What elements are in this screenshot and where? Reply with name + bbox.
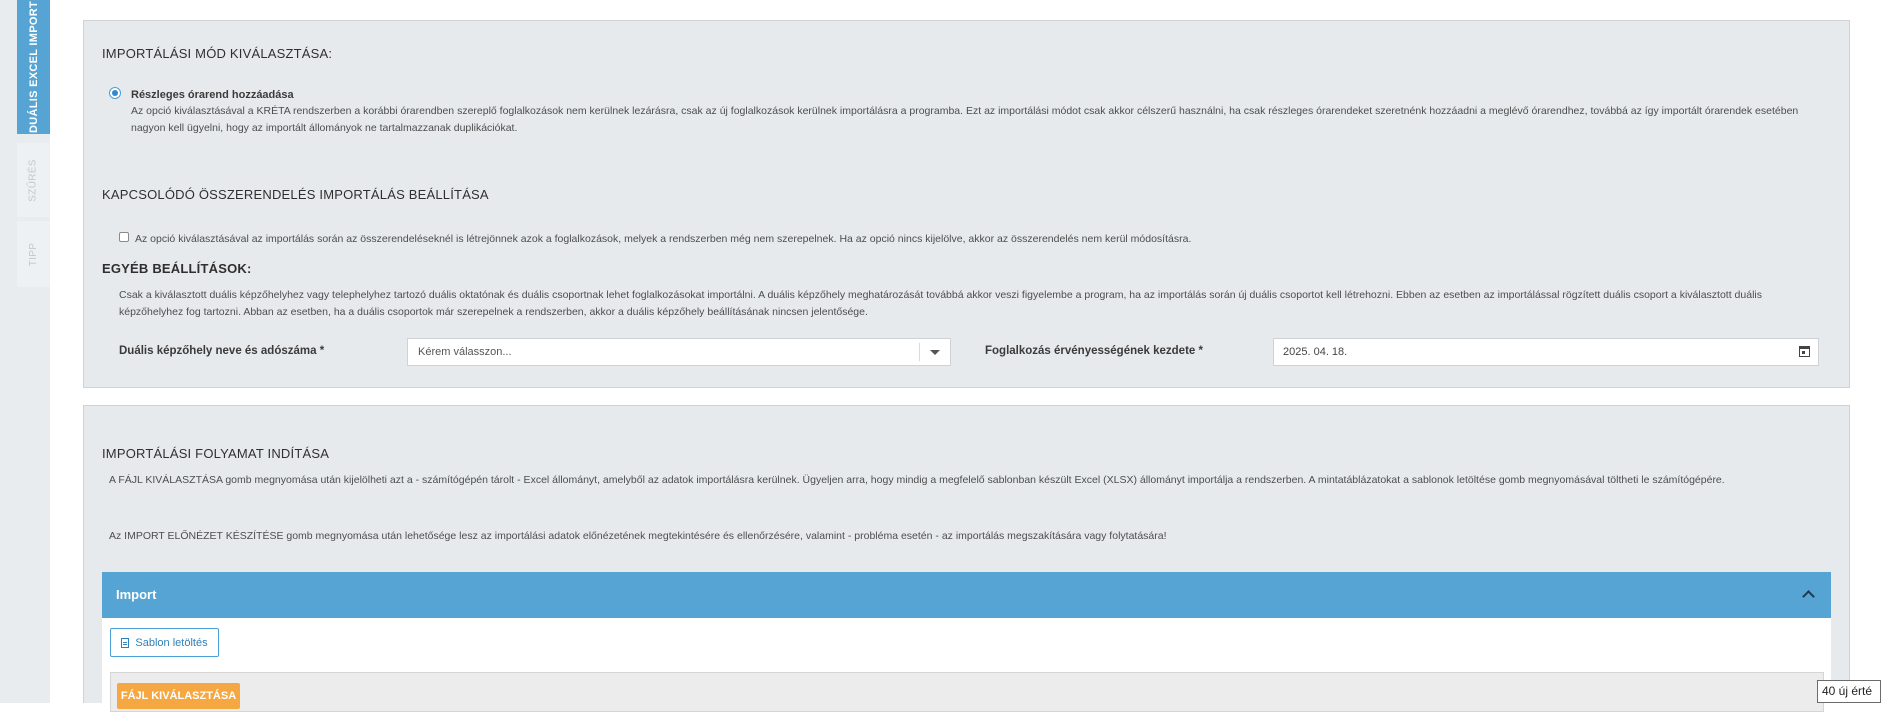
file-select-label: FÁJL KIVÁLASZTÁSA	[120, 690, 237, 702]
chevron-up-icon[interactable]	[1802, 590, 1815, 603]
import-mode-title: IMPORTÁLÁSI MÓD KIVÁLASZTÁSA:	[102, 46, 333, 61]
import-panel-title: Import	[116, 587, 157, 602]
tooltip: 40 új érté	[1817, 680, 1881, 703]
other-settings-title: EGYÉB BEÁLLÍTÁSOK:	[102, 261, 252, 276]
create-lessons-label: Az opció kiválasztásával az importálás s…	[135, 233, 1192, 245]
training-place-label: Duális képzőhely neve és adószáma *	[119, 345, 325, 357]
import-process-title: IMPORTÁLÁSI FOLYAMAT INDÍTÁSA	[102, 446, 330, 461]
partial-timetable-description: Az opció kiválasztásával a KRÉTA rendsze…	[131, 105, 1799, 134]
other-settings-description: Csak a kiválasztott duális képzőhelyhez …	[119, 289, 1762, 318]
partial-timetable-label: Részleges órarend hozzáadása	[131, 89, 294, 101]
file-select-button[interactable]: FÁJL KIVÁLASZTÁSA	[117, 683, 240, 709]
partial-timetable-radio[interactable]	[109, 87, 121, 99]
tab-label: SZŰRÉS	[28, 158, 39, 202]
file-icon	[121, 637, 130, 648]
validity-start-date-value: 2025. 04. 18.	[1283, 346, 1348, 358]
linked-assignment-title: KAPCSOLÓDÓ ÖSSZERENDELÉS IMPORTÁLÁS BEÁL…	[102, 187, 489, 202]
template-download-label: Sablon letöltés	[135, 636, 208, 649]
tab-label: TIPP	[28, 242, 39, 266]
select-divider	[919, 343, 920, 361]
import-panel-body: Sablon letöltés FÁJL KIVÁLASZTÁSA	[102, 618, 1831, 712]
tab-tipp[interactable]: TIPP	[17, 221, 50, 287]
import-panel-header[interactable]: Import	[102, 572, 1831, 618]
tab-dualis-excel-import[interactable]: DUÁLIS EXCEL IMPORT	[17, 0, 50, 134]
tab-label: DUÁLIS EXCEL IMPORT	[27, 0, 40, 134]
import-settings-panel: IMPORTÁLÁSI MÓD KIVÁLASZTÁSA: Részleges …	[83, 20, 1850, 388]
file-select-description: A FÁJL KIVÁLASZTÁSA gomb megnyomása után…	[109, 474, 1725, 486]
chevron-down-icon[interactable]	[930, 350, 940, 355]
create-lessons-checkbox[interactable]	[119, 232, 129, 242]
validity-start-date-field[interactable]: 2025. 04. 18.	[1273, 338, 1819, 366]
import-process-panel: IMPORTÁLÁSI FOLYAMAT INDÍTÁSA A FÁJL KIV…	[83, 405, 1850, 712]
file-select-area: FÁJL KIVÁLASZTÁSA	[110, 672, 1824, 712]
preview-description: Az IMPORT ELŐNÉZET KÉSZÍTÉSE gomb megnyo…	[109, 530, 1167, 542]
side-tab-strip: DUÁLIS EXCEL IMPORT SZŰRÉS TIPP	[0, 0, 50, 703]
training-place-placeholder: Kérem válasszon...	[418, 346, 512, 358]
tab-szures[interactable]: SZŰRÉS	[17, 143, 50, 217]
training-place-select[interactable]: Kérem válasszon...	[407, 338, 951, 366]
calendar-icon[interactable]	[1799, 346, 1810, 357]
template-download-button[interactable]: Sablon letöltés	[110, 628, 219, 657]
validity-start-label: Foglalkozás érvényességének kezdete *	[985, 345, 1203, 357]
